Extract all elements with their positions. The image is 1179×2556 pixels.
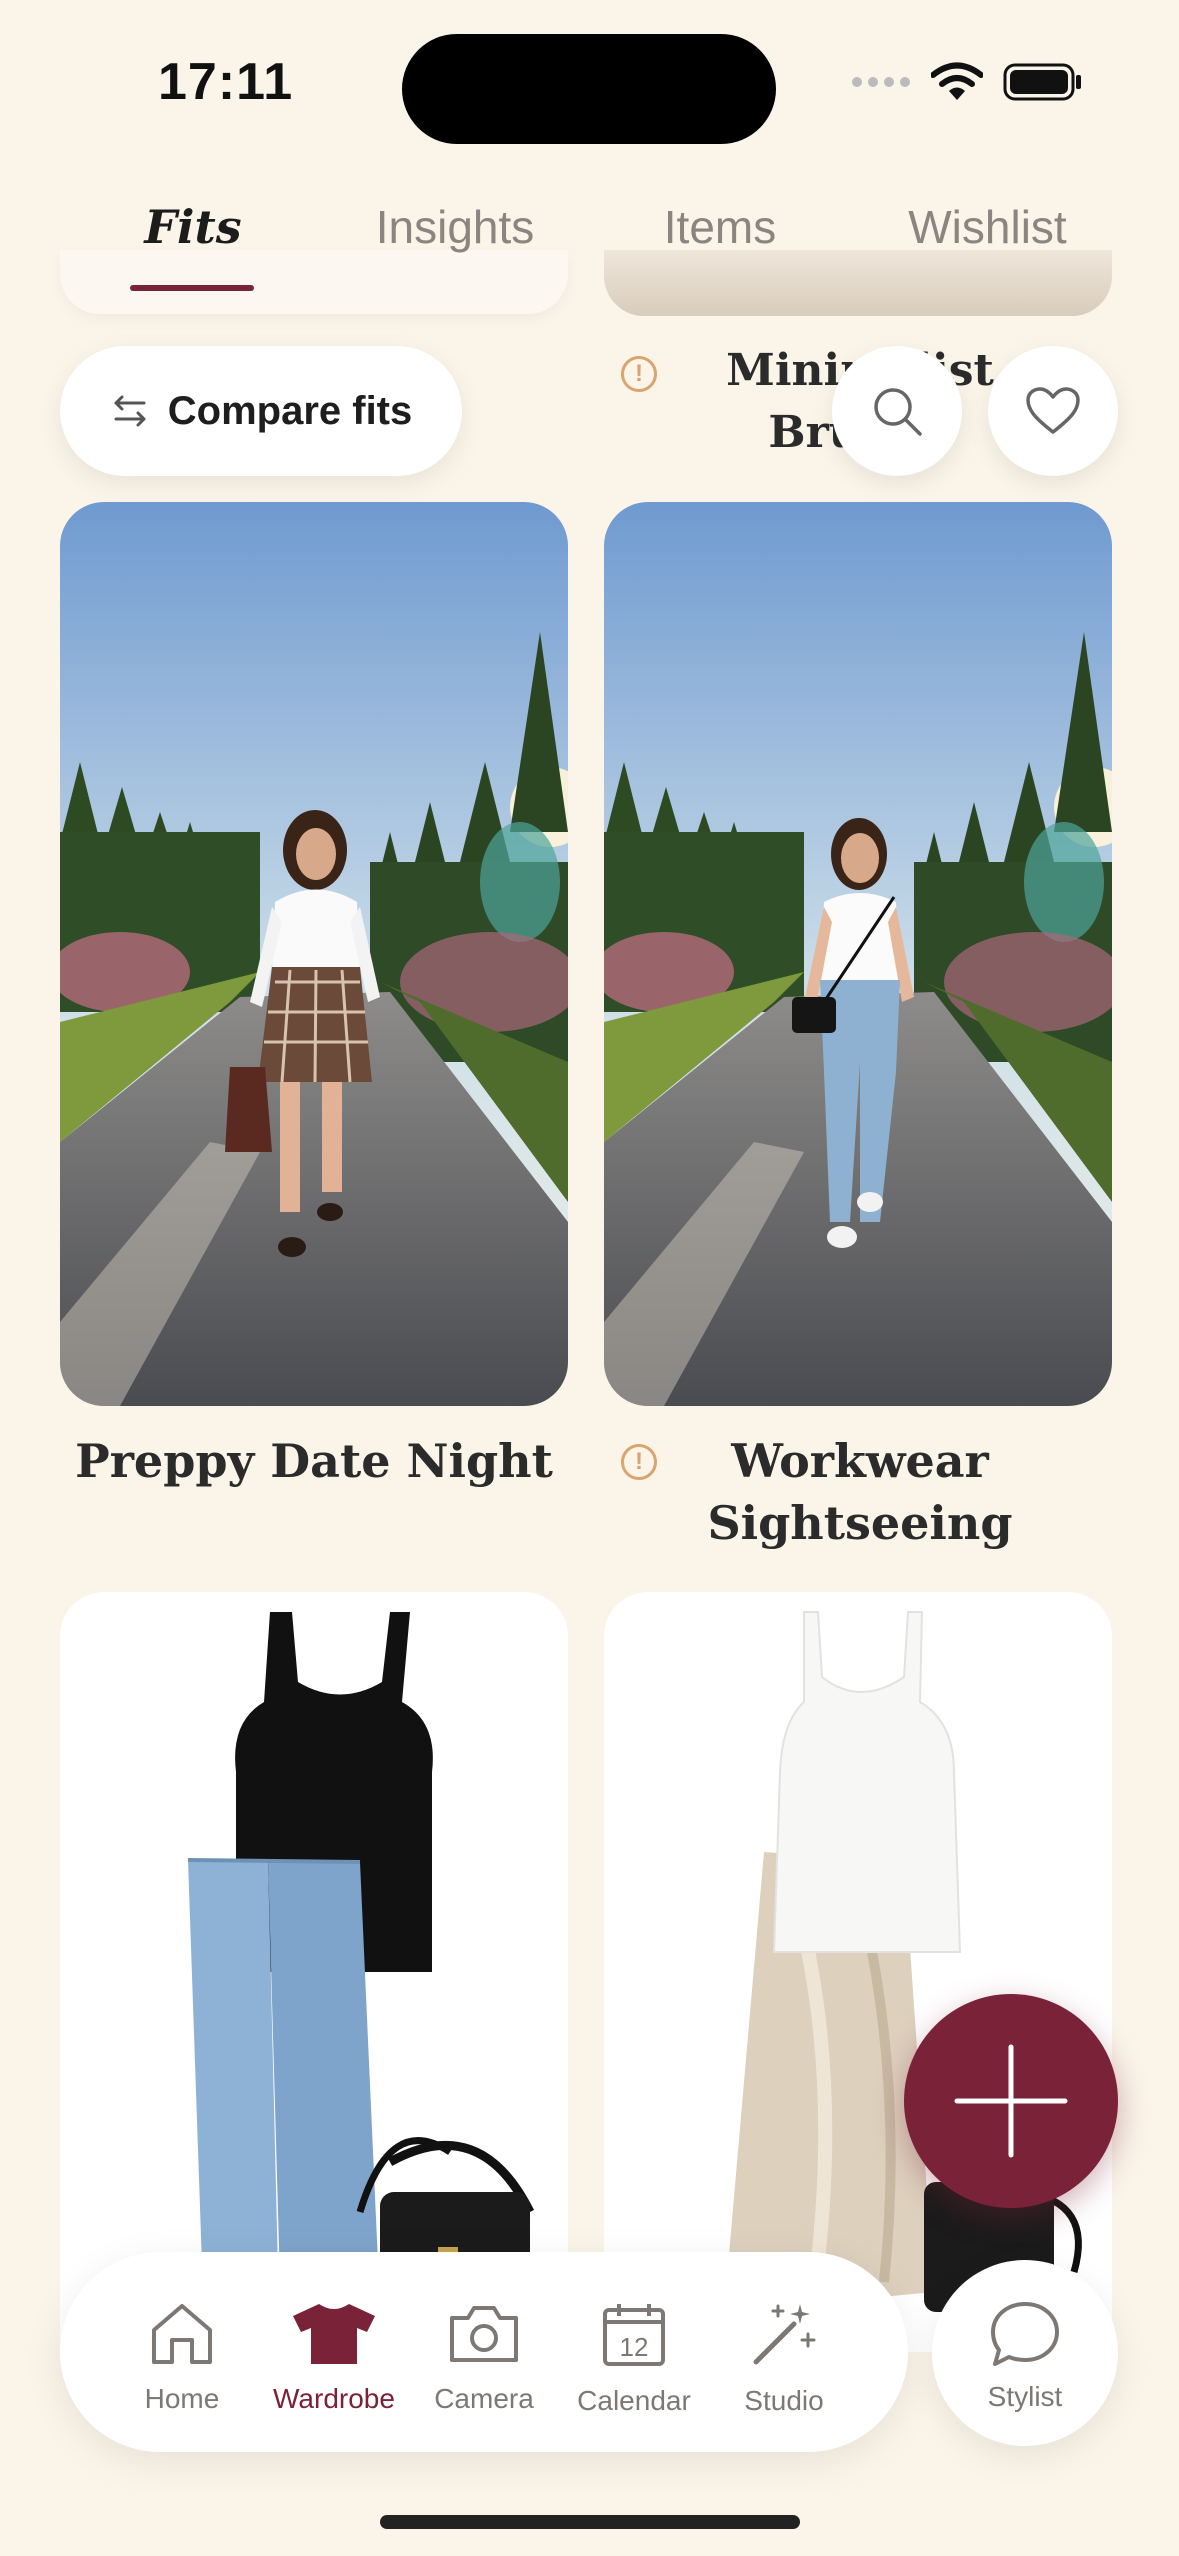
warning-icon: !: [621, 356, 657, 392]
compare-fits-label: Compare fits: [167, 388, 413, 433]
calendar-day: 12: [620, 2332, 649, 2362]
shirt-icon: [293, 2304, 375, 2364]
tab-wishlist[interactable]: Wishlist: [890, 200, 1085, 254]
wifi-icon: [931, 62, 983, 100]
camera-icon: [450, 2306, 518, 2362]
outfit-flatlay-image: [187, 1612, 535, 2352]
heart-icon: [1026, 387, 1080, 434]
calendar-icon: 12: [603, 2304, 665, 2366]
swap-arrows-icon: [114, 395, 146, 427]
outfit-photo: [604, 502, 1112, 1406]
compare-fits-button[interactable]: Compare fits: [60, 346, 462, 476]
nav-studio[interactable]: Studio: [709, 2300, 859, 2417]
plus-icon: [954, 2044, 1068, 2158]
fit-title-line: Workwear: [731, 1434, 989, 1488]
search-icon: [874, 388, 922, 436]
tab-items[interactable]: Items: [640, 200, 800, 254]
fit-card-flatlay[interactable]: [604, 1592, 1112, 2352]
fit-title: Workwear Sightseeing: [690, 1430, 1030, 1554]
home-indicator: [380, 2515, 800, 2529]
stylist-button[interactable]: Stylist: [932, 2260, 1118, 2446]
magic-wand-icon: [753, 2304, 816, 2365]
search-button[interactable]: [832, 346, 962, 476]
chat-bubble-icon: [991, 2302, 1059, 2366]
outfit-photo: [60, 502, 568, 1406]
outfit-flatlay-image: [724, 1611, 1082, 2312]
cellular-signal-icon: [852, 77, 910, 87]
favorites-button[interactable]: [988, 346, 1118, 476]
nav-label: Calendar: [577, 2385, 691, 2416]
nav-camera[interactable]: Camera: [409, 2300, 559, 2415]
nav-wardrobe[interactable]: Wardrobe: [259, 2300, 409, 2415]
stylist-label: Stylist: [987, 2381, 1063, 2412]
nav-label: Studio: [744, 2385, 824, 2416]
battery-icon: [1003, 63, 1081, 101]
bottom-navigation: Home Wardrobe Camera 12 Calendar Studio: [60, 2252, 908, 2452]
dynamic-island: [402, 34, 776, 144]
nav-label: Home: [144, 2383, 220, 2414]
status-icons: [851, 62, 1083, 102]
nav-label: Camera: [434, 2383, 534, 2414]
tab-insights[interactable]: Insights: [360, 200, 550, 254]
nav-home[interactable]: Home: [107, 2300, 257, 2415]
active-tab-indicator: [130, 285, 254, 291]
fit-card-flatlay[interactable]: [60, 1592, 568, 2352]
add-fit-button[interactable]: [904, 1994, 1118, 2208]
status-time: 17:11: [158, 53, 294, 111]
fit-title: Preppy Date Night: [75, 1434, 553, 1488]
fit-card-workwear-sightseeing[interactable]: [604, 502, 1112, 1406]
nav-label: Wardrobe: [273, 2383, 395, 2414]
home-icon: [152, 2304, 212, 2364]
tab-fits[interactable]: Fits: [118, 200, 268, 254]
warning-icon: !: [621, 1444, 657, 1480]
fit-title-line: Sightseeing: [707, 1496, 1013, 1550]
fit-card-preppy-date-night[interactable]: [60, 502, 568, 1406]
nav-calendar[interactable]: 12 Calendar: [559, 2300, 709, 2417]
